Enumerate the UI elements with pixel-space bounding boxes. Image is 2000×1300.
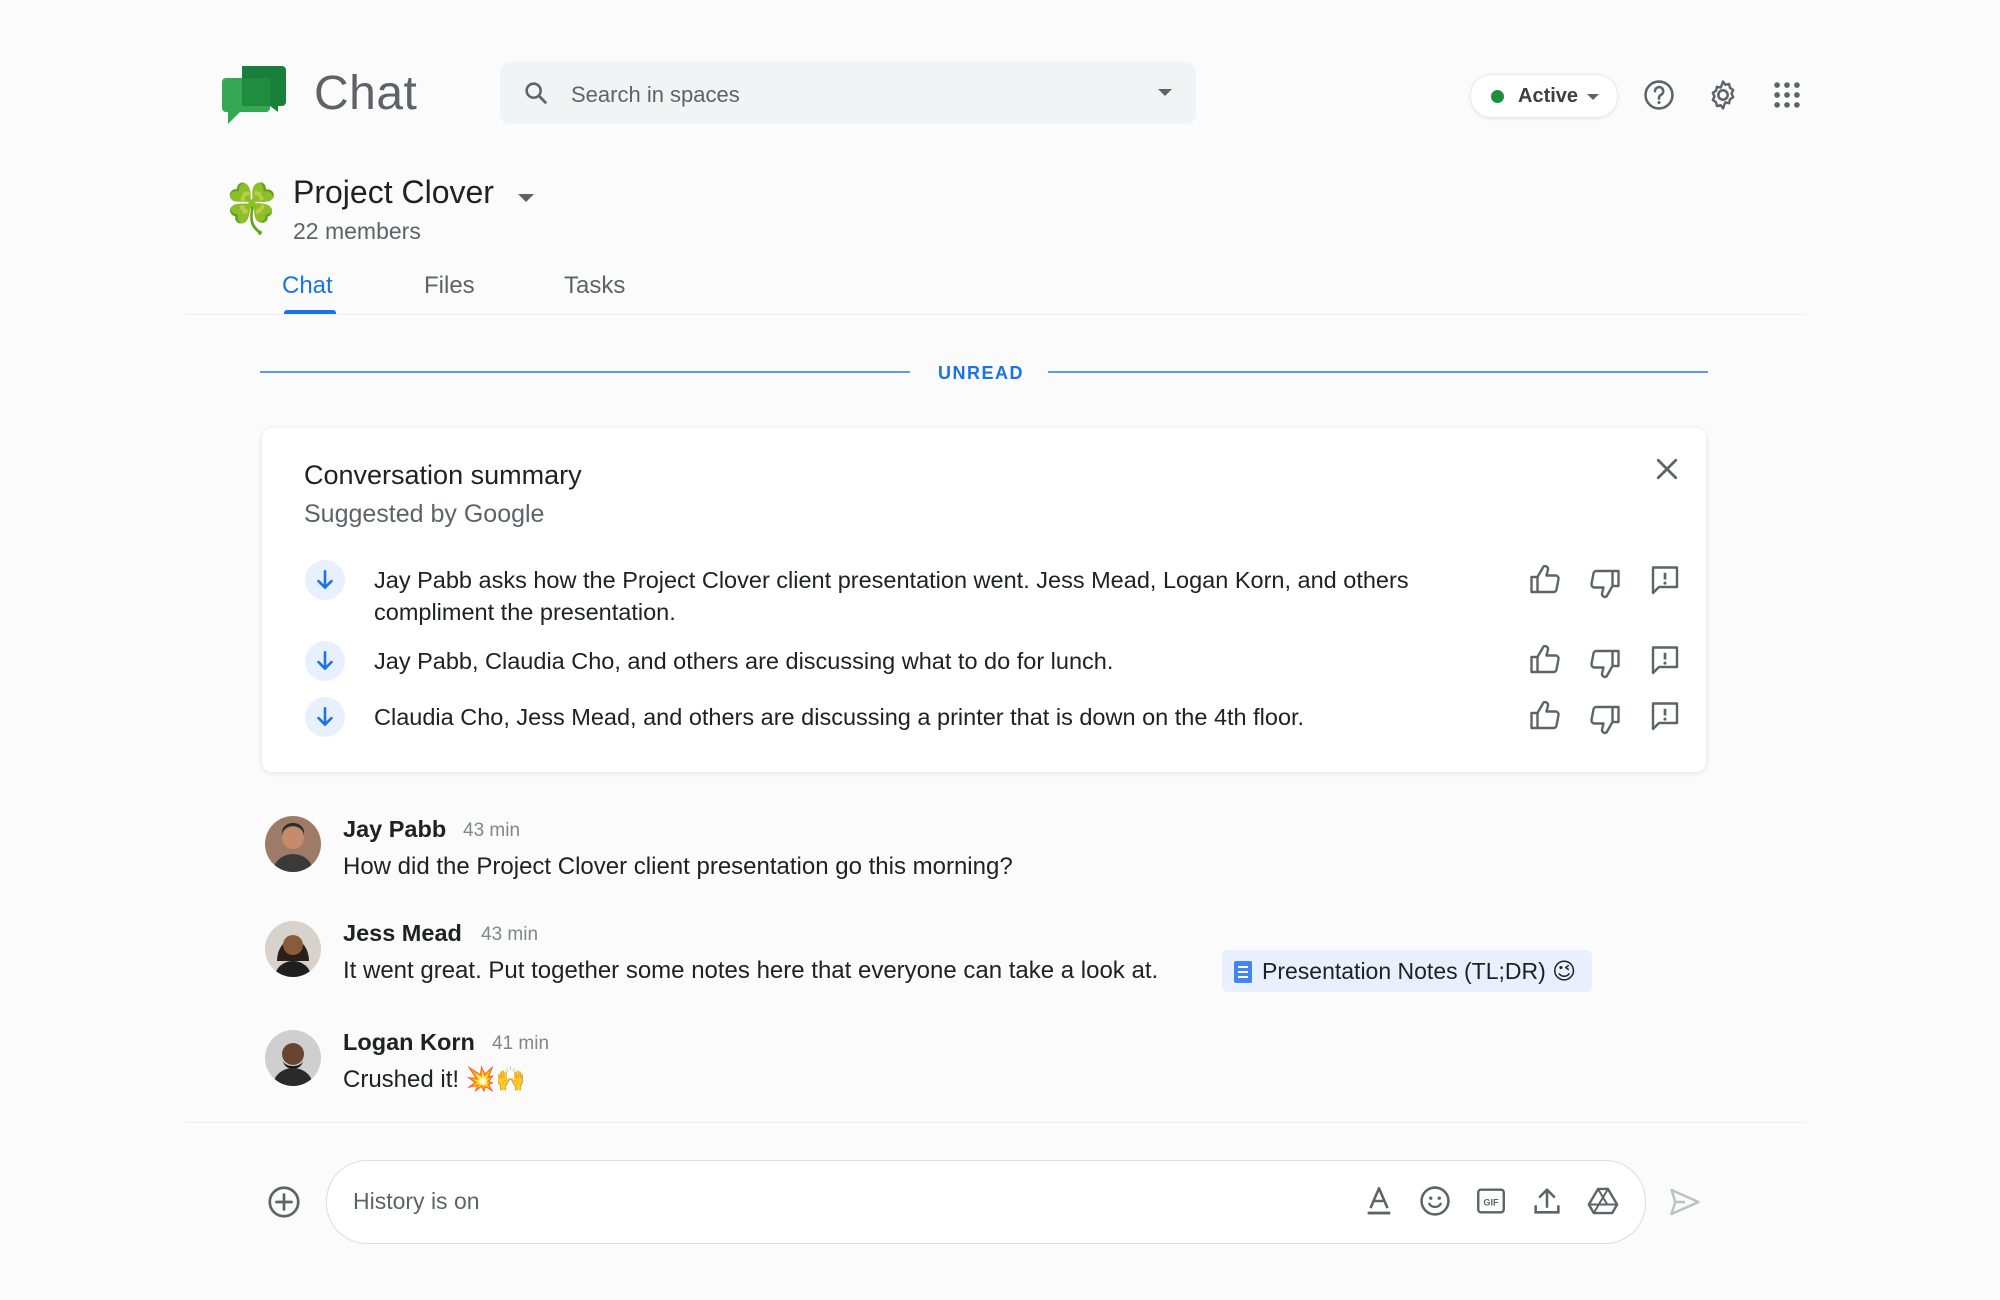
header-divider (185, 314, 1805, 315)
avatar[interactable] (265, 1030, 321, 1086)
send-icon[interactable] (1666, 1184, 1704, 1220)
tab-tasks[interactable]: Tasks (564, 272, 625, 300)
search-icon (522, 79, 550, 107)
thumbs-up-icon[interactable] (1527, 642, 1563, 678)
message-text: It went great. Put together some notes h… (343, 957, 1159, 984)
space-menu-dropdown-icon[interactable] (518, 194, 534, 202)
tab-chat[interactable]: Chat (282, 272, 333, 300)
unread-divider-left (260, 371, 910, 373)
chat-logo-icon[interactable] (222, 64, 286, 124)
message-input[interactable]: History is on (353, 1188, 480, 1215)
thumbs-up-icon[interactable] (1527, 698, 1563, 734)
reaction-emojis: 💥🙌 (465, 1066, 526, 1093)
chevron-down-icon (1587, 94, 1599, 100)
summary-item-text: Jay Pabb asks how the Project Clover cli… (374, 567, 1409, 625)
tab-files[interactable]: Files (424, 272, 475, 300)
composer-divider (185, 1122, 1805, 1123)
wink-emoji: 😉 (1552, 958, 1577, 984)
thumbs-down-icon[interactable] (1587, 645, 1623, 681)
close-icon[interactable] (1652, 454, 1682, 484)
message-timestamp: 43 min (481, 924, 539, 945)
report-feedback-icon[interactable] (1647, 699, 1683, 735)
space-name[interactable]: Project Clover (293, 174, 494, 211)
google-drive-icon[interactable] (1586, 1184, 1620, 1218)
jump-to-message-arrow-icon[interactable] (305, 560, 345, 600)
summary-title: Conversation summary (304, 460, 582, 490)
message-text: Crushed it! (343, 1066, 460, 1093)
emoji-icon[interactable] (1418, 1184, 1452, 1218)
message-author[interactable]: Jess Mead (343, 920, 462, 947)
text-format-icon[interactable] (1362, 1184, 1396, 1218)
thumbs-down-icon[interactable] (1587, 701, 1623, 737)
unread-label: UNREAD (938, 363, 1025, 383)
app-title: Chat (314, 67, 418, 120)
thumbs-down-icon[interactable] (1587, 565, 1623, 601)
summary-item-text: Jay Pabb, Claudia Cho, and others are di… (374, 648, 1114, 674)
space-avatar-icon: 🍀 (222, 183, 282, 236)
status-dropdown[interactable]: Active (1470, 74, 1618, 118)
upload-icon[interactable] (1530, 1184, 1564, 1218)
summary-item-text: Claudia Cho, Jess Mead, and others are d… (374, 704, 1305, 730)
status-indicator-icon (1491, 90, 1504, 103)
document-attachment-chip[interactable]: Presentation Notes (TL;DR) 😉 (1222, 950, 1592, 992)
report-feedback-icon[interactable] (1647, 643, 1683, 679)
attachment-title: Presentation Notes (TL;DR) (1262, 958, 1546, 984)
search-bar[interactable]: Search in spaces (500, 62, 1196, 124)
apps-grid-icon[interactable] (1770, 78, 1804, 112)
space-member-count[interactable]: 22 members (293, 218, 421, 245)
summary-subtitle: Suggested by Google (304, 500, 545, 528)
svg-text:GIF: GIF (1483, 1197, 1499, 1207)
message-author[interactable]: Logan Korn (343, 1029, 475, 1056)
message-text: How did the Project Clover client presen… (343, 853, 1013, 880)
jump-to-message-arrow-icon[interactable] (305, 697, 345, 737)
search-options-dropdown-icon[interactable] (1158, 89, 1172, 96)
avatar[interactable] (265, 921, 321, 977)
google-docs-icon (1234, 961, 1252, 983)
gif-icon[interactable]: GIF (1474, 1184, 1508, 1218)
thumbs-up-icon[interactable] (1527, 562, 1563, 598)
settings-icon[interactable] (1706, 78, 1740, 112)
jump-to-message-arrow-icon[interactable] (305, 641, 345, 681)
add-attachment-icon[interactable] (266, 1184, 302, 1220)
avatar[interactable] (265, 816, 321, 872)
message-author[interactable]: Jay Pabb (343, 816, 446, 843)
search-input[interactable]: Search in spaces (571, 82, 740, 108)
report-feedback-icon[interactable] (1647, 563, 1683, 599)
message-timestamp: 43 min (463, 820, 521, 841)
status-label: Active (1518, 85, 1579, 107)
help-icon[interactable] (1642, 78, 1676, 112)
message-timestamp: 41 min (492, 1033, 550, 1054)
unread-divider-right (1048, 371, 1708, 373)
